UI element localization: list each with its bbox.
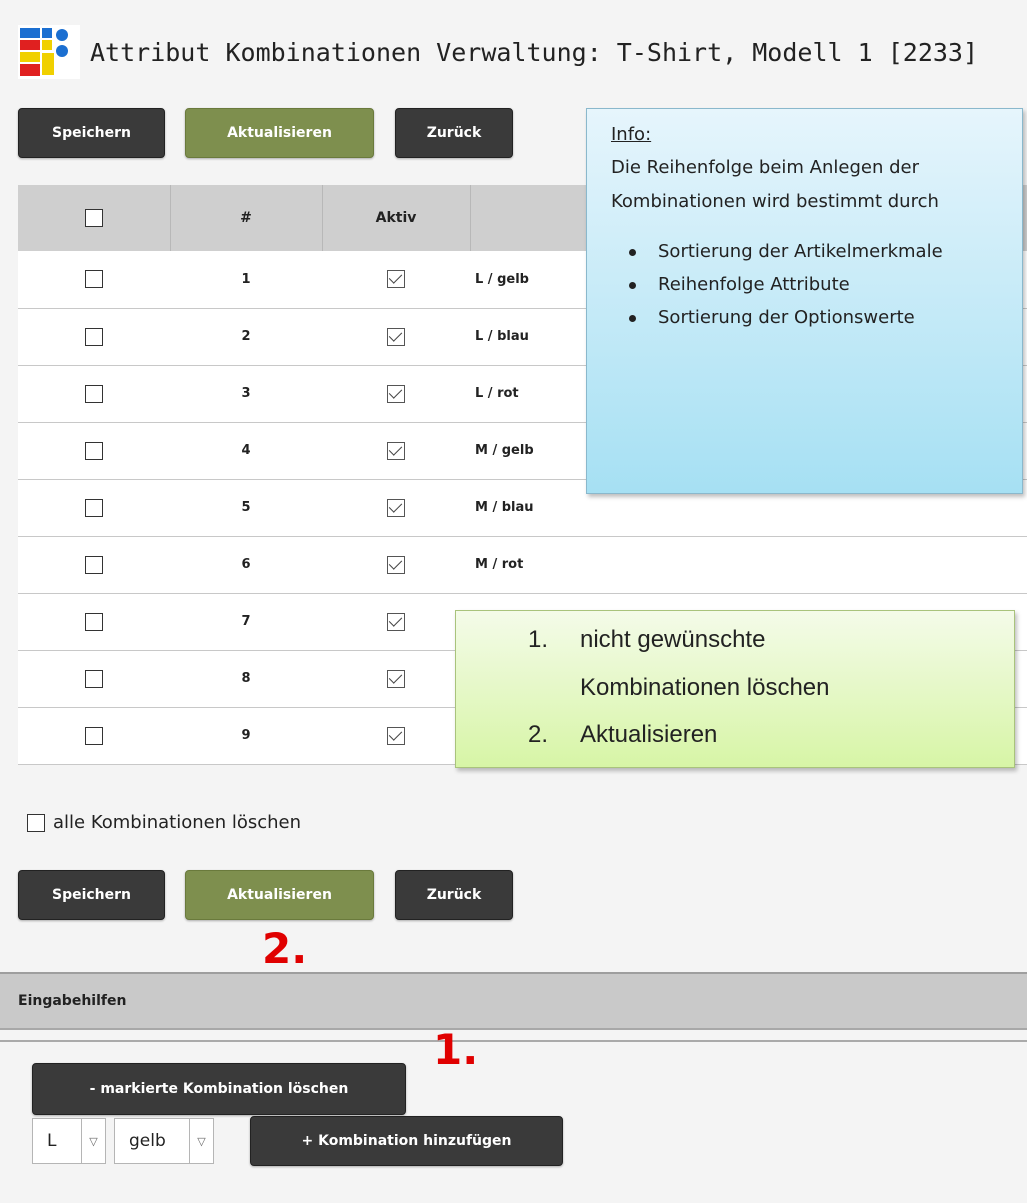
step-1-text-line1: nicht gewünschte (580, 626, 766, 653)
back-button-top[interactable]: Zurück (395, 108, 513, 158)
row-number: 2 (241, 329, 251, 344)
row-number: 7 (241, 614, 251, 629)
header-select-all[interactable] (18, 185, 171, 251)
step-2-marker: 2. (262, 924, 308, 973)
delete-all-option[interactable]: alle Kombinationen löschen (27, 812, 301, 833)
info-list-item: Sortierung der Artikelmerkmale (611, 237, 1022, 267)
row-active-checkbox[interactable] (387, 498, 405, 517)
row-active-checkbox[interactable] (387, 612, 405, 631)
row-select-checkbox[interactable] (85, 270, 103, 289)
step-1-marker: 1. (433, 1025, 479, 1074)
info-callout-list: Sortierung der Artikelmerkmale Reihenfol… (611, 237, 1022, 333)
color-select[interactable]: gelb ▽ (114, 1118, 214, 1164)
size-select[interactable]: L ▽ (32, 1118, 106, 1164)
row-active-checkbox[interactable] (387, 555, 405, 574)
info-callout-text: Die Reihenfolge beim Anlegen der Kombina… (611, 157, 939, 212)
delete-marked-combination-button[interactable]: - markierte Kombination löschen (32, 1063, 406, 1115)
delete-all-label: alle Kombinationen löschen (53, 812, 302, 833)
chevron-down-icon: ▽ (189, 1119, 213, 1163)
chevron-down-icon: ▽ (81, 1119, 105, 1163)
row-select-checkbox[interactable] (85, 441, 103, 460)
size-select-value: L (47, 1131, 57, 1151)
save-button-bottom[interactable]: Speichern (18, 870, 165, 920)
section-divider (0, 1040, 1027, 1042)
info-list-item: Reihenfolge Attribute (611, 270, 1022, 300)
row-select-checkbox[interactable] (85, 612, 103, 631)
row-number: 6 (241, 557, 251, 572)
row-number: 9 (241, 728, 251, 743)
row-select-checkbox[interactable] (85, 669, 103, 688)
step-2-number: 2. (528, 721, 549, 748)
add-combination-button[interactable]: + Kombination hinzufügen (250, 1116, 563, 1166)
row-number: 8 (241, 671, 251, 686)
update-button-bottom[interactable]: Aktualisieren (185, 870, 374, 920)
info-callout: Info: Die Reihenfolge beim Anlegen der K… (586, 108, 1023, 494)
update-button-top[interactable]: Aktualisieren (185, 108, 374, 158)
step-1-text-line2: Kombinationen löschen (580, 674, 830, 701)
row-select-checkbox[interactable] (85, 726, 103, 745)
row-select-checkbox[interactable] (85, 327, 103, 346)
back-button-bottom[interactable]: Zurück (395, 870, 513, 920)
table-row: 6 M / rot (18, 536, 1027, 593)
row-number: 4 (241, 443, 251, 458)
row-select-checkbox[interactable] (85, 498, 103, 517)
color-select-value: gelb (129, 1131, 166, 1151)
app-logo-icon (18, 25, 80, 79)
row-active-checkbox[interactable] (387, 726, 405, 745)
row-number: 3 (241, 386, 251, 401)
steps-callout: 1. nicht gewünschte Kombinationen lösche… (455, 610, 1015, 768)
step-2-text: Aktualisieren (580, 721, 718, 748)
row-active-checkbox[interactable] (387, 669, 405, 688)
row-active-checkbox[interactable] (387, 384, 405, 403)
row-active-checkbox[interactable] (387, 441, 405, 460)
row-select-checkbox[interactable] (85, 384, 103, 403)
header-number: # (170, 185, 323, 251)
row-combination-name: M / rot (475, 557, 524, 572)
row-number: 1 (241, 271, 251, 287)
page-header: Attribut Kombinationen Verwaltung: T-Shi… (18, 24, 978, 80)
row-number: 5 (241, 500, 251, 515)
row-active-checkbox[interactable] (387, 270, 405, 289)
select-all-checkbox[interactable] (84, 209, 103, 227)
delete-all-checkbox[interactable] (27, 813, 45, 832)
step-1-number: 1. (528, 626, 549, 653)
info-callout-title: Info: (611, 124, 652, 145)
input-helpers-section-header: Eingabehilfen (0, 972, 1027, 1030)
save-button-top[interactable]: Speichern (18, 108, 165, 158)
info-list-item: Sortierung der Optionswerte (611, 303, 1022, 333)
header-active: Aktiv (322, 185, 471, 251)
row-select-checkbox[interactable] (85, 555, 103, 574)
row-active-checkbox[interactable] (387, 327, 405, 346)
page-title: Attribut Kombinationen Verwaltung: T-Shi… (90, 37, 979, 67)
